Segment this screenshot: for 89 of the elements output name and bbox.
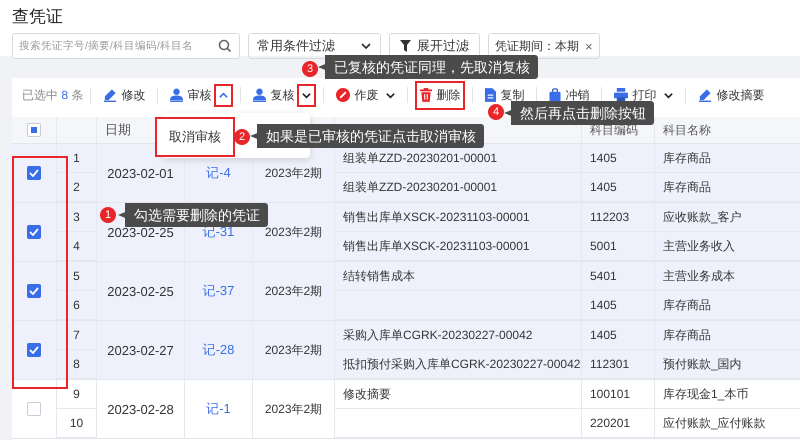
toolbar-button[interactable]: 作废 [331,80,384,110]
printer-icon [614,88,628,102]
table-cell: 112203 [590,210,630,224]
row-checkbox[interactable] [27,225,41,239]
row-number: 9 [73,387,80,401]
row-number: 7 [73,328,80,342]
row-checkbox[interactable] [27,402,41,416]
toolbar-button[interactable]: 修改摘要 [693,80,770,110]
search-field[interactable]: 搜索凭证字号/摘要/科目编码/科目名 [12,33,240,59]
table-cell: 修改摘要 [343,386,391,402]
dropdown-toggle[interactable] [214,84,234,106]
voucher-link[interactable]: 记-1 [206,400,231,418]
row-number: 4 [73,239,80,253]
table-cell: 100101 [590,387,630,401]
menu-item[interactable]: 取消审核 [155,117,235,157]
voucher-link[interactable]: 记-37 [202,282,234,300]
row-checkbox[interactable] [27,343,41,357]
row-number: 1 [73,151,80,165]
row-number: 8 [73,357,80,371]
callout-tooltip: 如果是已审核的凭证点击取消审核 [250,124,484,148]
row-number: 6 [73,298,80,312]
table-cell: 1405 [590,328,617,342]
chevron-icon [218,90,230,100]
table-cell: 1405 [590,298,617,312]
person-icon [170,88,184,102]
table-cell: 2023年2期 [264,164,322,182]
table-cell: 112301 [590,357,630,371]
toolbar-button[interactable]: 修改 [98,80,150,110]
pencil-icon [698,88,712,102]
voucher-link[interactable]: 记-4 [206,164,231,182]
trash-icon [420,88,432,102]
table-cell: 预付账款_国内 [663,356,742,372]
table-cell: 库存现金1_本币 [663,386,748,402]
table-cell: 5401 [590,269,617,283]
table-cell: 2023年2期 [264,342,322,358]
column-header: 科目名称 [663,122,711,138]
callout-tooltip: 然后再点击删除按钮 [504,101,654,125]
page-title: 查凭证 [12,6,64,28]
funnel-icon [400,40,411,52]
table-cell: 组装单ZZD-20230201-00001 [343,178,498,196]
step-badge: 3 [302,61,318,77]
table-cell: 220201 [590,416,630,430]
bag-icon [549,88,562,102]
person-icon [253,88,266,102]
table-cell: 销售出库单XSCK-20231103-00001 [343,238,530,254]
row-checkbox[interactable] [27,284,41,298]
table-cell: 2023-02-27 [107,342,174,358]
table-cell: 主营业务成本 [663,268,735,284]
table-cell: 主营业务收入 [663,238,735,254]
table-cell: 结转销售成本 [343,268,415,284]
search-icon [218,39,232,53]
table-cell: 1405 [590,151,617,165]
table-cell: 2023年2期 [264,400,322,418]
row-number: 2 [73,180,80,194]
table-cell: 库存商品 [663,150,711,166]
prohibited-icon [336,88,350,102]
column-header: 日期 [105,121,131,139]
table-cell: 1405 [590,180,617,194]
toolbar-button[interactable]: 审核 [165,80,216,110]
table-cell: 应收账款_客户 [663,208,742,226]
callout-tooltip: 勾选需要删除的凭证 [118,203,268,227]
voucher-link[interactable]: 记-28 [202,341,234,359]
table-cell: 组装单ZZD-20230201-00001 [343,150,498,166]
table-cell: 采购入库单CGRK-20230227-00042 [343,326,532,344]
table-cell: 销售出库单XSCK-20231103-00001 [343,208,530,226]
select-all-checkbox[interactable] [27,123,41,137]
dropdown-toggle[interactable] [297,84,316,106]
table-cell: 应付账款_应付账款 [663,414,766,432]
table-cell: 库存商品 [663,296,711,314]
row-number: 10 [70,416,84,430]
row-checkbox[interactable] [27,166,41,180]
row-number: 5 [73,269,80,283]
table-cell: 2023-02-01 [107,166,174,180]
table-cell: 2023-02-25 [107,284,174,298]
toolbar-button[interactable]: 复核 [248,80,300,110]
table-cell: 库存商品 [663,326,711,344]
table-cell: 2023年2期 [264,282,322,300]
table-cell: 2023-02-25 [107,224,174,240]
document-icon [485,88,496,102]
callout-tooltip: 已复核的凭证同理，先取消复核 [318,55,538,79]
selection-count: 已选中 8 条 [22,86,84,104]
pencil-icon [103,88,118,102]
table-cell: 库存商品 [663,178,711,196]
close-button[interactable]: × [585,38,593,54]
table-cell: 抵扣预付采购入库单CGRK-20230227-00042 [343,356,580,372]
table-cell: 5001 [590,239,617,253]
table-cell: 2023-02-28 [107,402,174,416]
row-number: 3 [73,210,80,224]
toolbar-button[interactable]: 删除 [415,80,466,110]
